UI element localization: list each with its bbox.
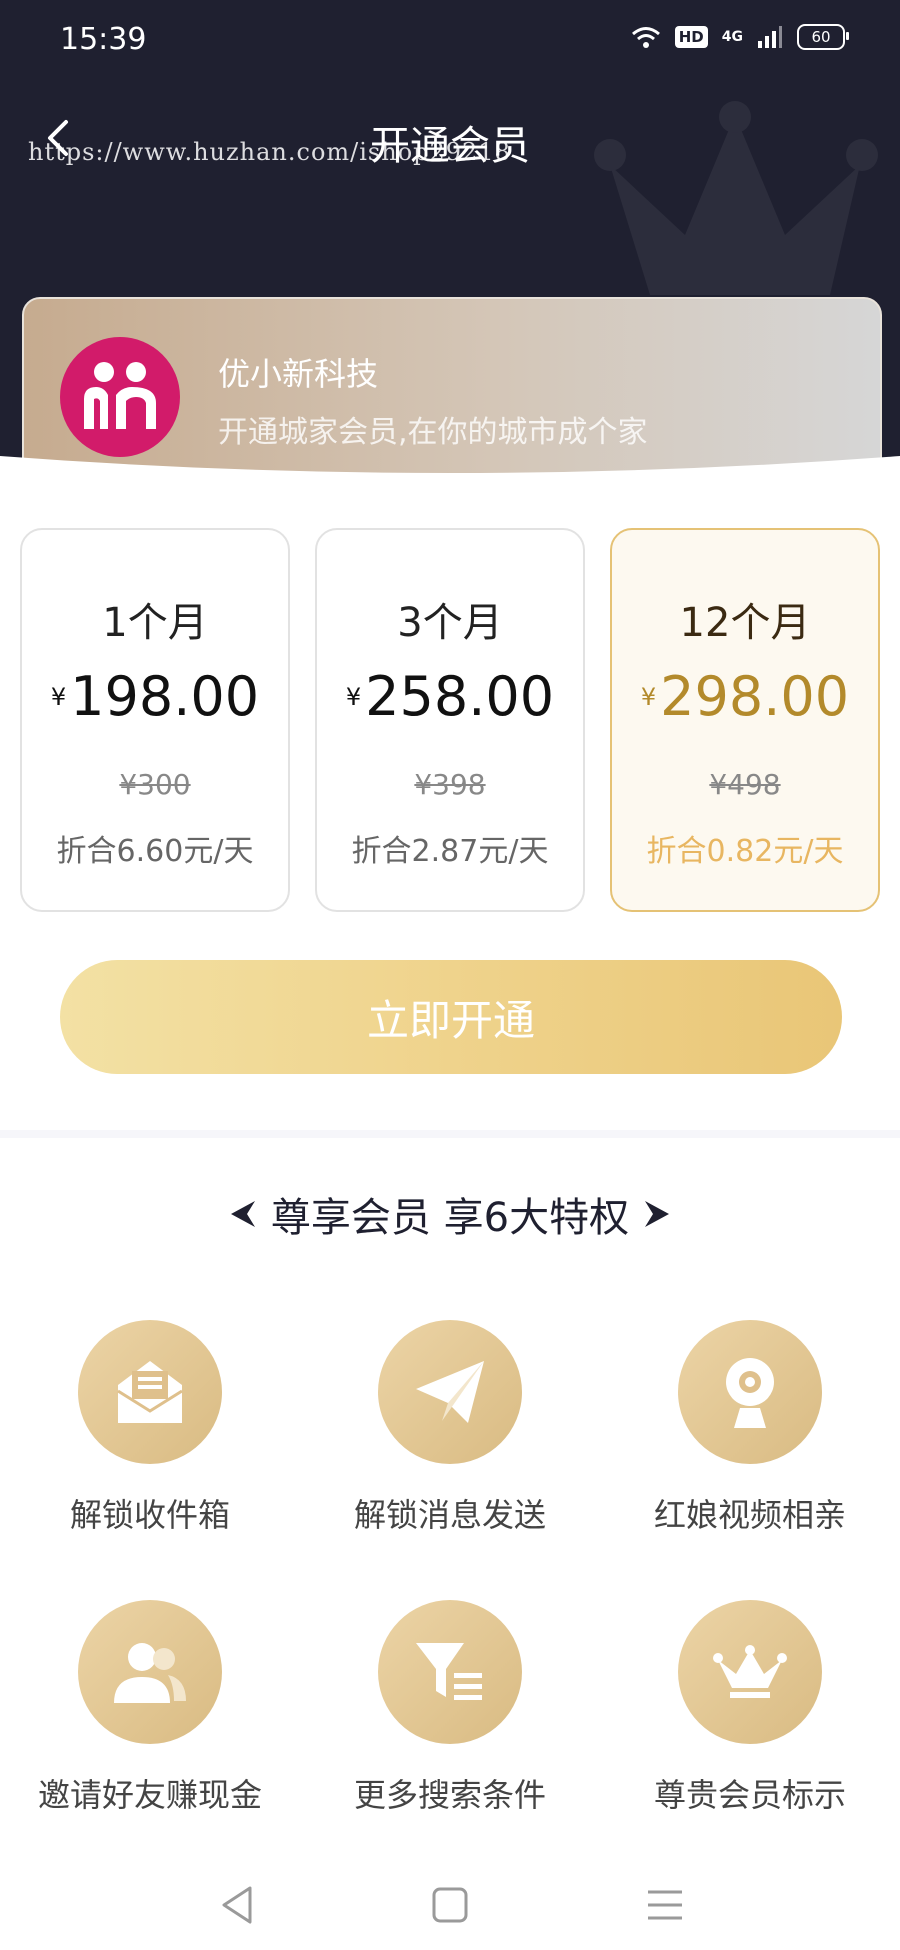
- perk-video-dating[interactable]: 红娘视频相亲: [600, 1320, 900, 1570]
- nav-back-icon[interactable]: [216, 1882, 262, 1928]
- wifi-icon: [631, 27, 660, 48]
- inbox-icon: [117, 1361, 183, 1423]
- plan-original-price: ¥398: [414, 768, 486, 801]
- perk-label: 解锁消息发送: [353, 1496, 546, 1534]
- couple-logo-icon: [84, 362, 156, 429]
- perk-unlock-inbox[interactable]: 解锁收件箱: [0, 1320, 300, 1570]
- plan-original-price: ¥498: [709, 768, 781, 801]
- currency-symbol: ¥: [345, 682, 362, 711]
- plan-original-price: ¥300: [119, 768, 191, 801]
- brand-name: 优小新科技: [218, 355, 379, 393]
- price-amount: 258.00: [365, 665, 555, 728]
- plan-price: ¥258.00: [317, 665, 583, 728]
- network-label: 4G: [721, 29, 743, 45]
- perk-label: 尊贵会员标示: [653, 1776, 846, 1814]
- hd-badge: HD: [674, 26, 708, 48]
- brand-logo: [60, 337, 180, 457]
- crown-decoration-icon: [594, 101, 878, 295]
- plan-card-1-month[interactable]: 1个月 ¥198.00 ¥300 折合6.60元/天: [20, 528, 290, 912]
- nav-home-icon[interactable]: [427, 1882, 473, 1928]
- price-amount: 298.00: [660, 665, 850, 728]
- plan-duration: 12个月: [679, 600, 811, 646]
- filter-icon: [416, 1643, 482, 1700]
- section-divider: [0, 1130, 900, 1138]
- plan-daily-price: 折合0.82元/天: [646, 834, 844, 869]
- perks-title-text: 尊享会员 享6大特权: [270, 1195, 630, 1241]
- perk-more-filters[interactable]: 更多搜索条件: [300, 1600, 600, 1850]
- perks-title: 尊享会员 享6大特权: [0, 1185, 900, 1243]
- users-icon: [114, 1643, 186, 1703]
- currency-symbol: ¥: [640, 682, 657, 711]
- activate-button[interactable]: 立即开通: [60, 960, 842, 1074]
- plan-price: ¥298.00: [612, 665, 878, 728]
- currency-symbol: ¥: [50, 682, 67, 711]
- plan-daily-price: 折合6.60元/天: [56, 834, 254, 869]
- arrow-right-icon: [645, 1201, 670, 1227]
- perk-label: 邀请好友赚现金: [37, 1776, 262, 1814]
- plan-duration: 1个月: [102, 600, 208, 646]
- plan-duration: 3个月: [397, 600, 503, 646]
- price-amount: 198.00: [70, 665, 260, 728]
- header-curve: [0, 456, 900, 520]
- perk-label: 解锁收件箱: [69, 1496, 230, 1534]
- plan-card-3-months[interactable]: 3个月 ¥258.00 ¥398 折合2.87元/天: [315, 528, 585, 912]
- perk-label: 更多搜索条件: [353, 1776, 546, 1814]
- webcam-icon: [726, 1358, 774, 1428]
- plan-price: ¥198.00: [22, 665, 288, 728]
- perk-unlock-messages[interactable]: 解锁消息发送: [300, 1320, 600, 1570]
- battery-icon: 60: [797, 24, 849, 50]
- perk-label: 红娘视频相亲: [653, 1496, 846, 1534]
- signal-icon: [758, 26, 782, 48]
- system-nav-bar: [0, 1860, 900, 1950]
- nav-menu-icon[interactable]: [642, 1882, 688, 1928]
- plan-daily-price: 折合2.87元/天: [351, 834, 549, 869]
- watermark: https://www.huzhan.com/ishop29218: [28, 138, 511, 166]
- plan-card-12-months[interactable]: 12个月 ¥298.00 ¥498 折合0.82元/天: [610, 528, 880, 912]
- crown-icon: [713, 1645, 787, 1698]
- perk-vip-badge[interactable]: 尊贵会员标示: [600, 1600, 900, 1850]
- status-time: 15:39: [60, 22, 147, 57]
- paper-plane-icon: [416, 1361, 484, 1423]
- status-icons: HD 4G 60: [631, 24, 849, 50]
- perk-invite-friends[interactable]: 邀请好友赚现金: [0, 1600, 300, 1850]
- arrow-left-icon: [230, 1201, 255, 1227]
